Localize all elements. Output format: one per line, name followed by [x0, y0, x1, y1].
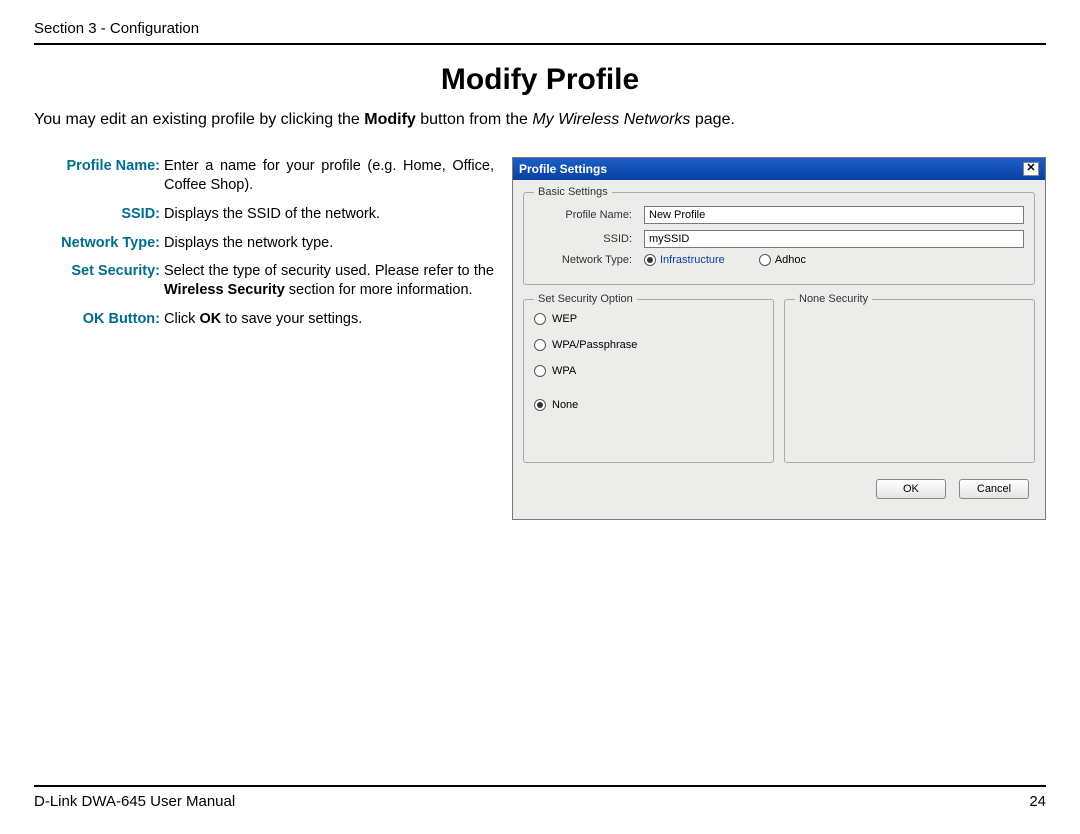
- def-desc-set-security: Select the type of security used. Please…: [164, 262, 494, 300]
- network-type-label: Network Type:: [534, 254, 644, 266]
- page-footer: D-Link DWA-645 User Manual 24: [34, 785, 1046, 810]
- radio-infrastructure[interactable]: [644, 254, 656, 266]
- radio-wep[interactable]: [534, 313, 546, 325]
- basic-settings-legend: Basic Settings: [534, 186, 612, 198]
- radio-none-label: None: [552, 399, 578, 411]
- page-title: Modify Profile: [34, 63, 1046, 97]
- def-desc-set-security-bold: Wireless Security: [164, 282, 285, 298]
- def-label-network-type: Network Type:: [34, 234, 164, 253]
- def-desc-set-security-post: section for more information.: [285, 282, 473, 298]
- set-security-legend: Set Security Option: [534, 293, 637, 305]
- def-desc-profile-name: Enter a name for your profile (e.g. Home…: [164, 157, 494, 195]
- profile-settings-dialog: Profile Settings ✕ Basic Settings Profil…: [512, 157, 1046, 520]
- basic-settings-group: Basic Settings Profile Name: SSID: Netwo…: [523, 186, 1035, 285]
- def-desc-ssid: Displays the SSID of the network.: [164, 205, 494, 224]
- radio-wpa-label: WPA: [552, 365, 576, 377]
- radio-wpa-passphrase-label: WPA/Passphrase: [552, 339, 637, 351]
- radio-wep-label: WEP: [552, 313, 577, 325]
- none-security-group: None Security: [784, 293, 1035, 463]
- radio-adhoc[interactable]: [759, 254, 771, 266]
- intro-paragraph: You may edit an existing profile by clic…: [34, 111, 1046, 129]
- profile-name-input[interactable]: [644, 206, 1024, 224]
- section-header: Section 3 - Configuration: [34, 20, 1046, 45]
- profile-name-label: Profile Name:: [534, 209, 644, 221]
- ssid-input[interactable]: [644, 230, 1024, 248]
- def-desc-ok-bold: OK: [199, 311, 221, 327]
- ssid-label: SSID:: [534, 233, 644, 245]
- radio-wpa-passphrase[interactable]: [534, 339, 546, 351]
- intro-mid: button from the: [416, 111, 533, 128]
- dialog-title-text: Profile Settings: [519, 162, 607, 176]
- intro-pre: You may edit an existing profile by clic…: [34, 111, 364, 128]
- set-security-group: Set Security Option WEP WPA/Passphrase W…: [523, 293, 774, 463]
- def-label-ok-button: OK Button:: [34, 310, 164, 329]
- def-desc-ok-post: to save your settings.: [221, 311, 362, 327]
- dialog-titlebar: Profile Settings ✕: [513, 158, 1045, 180]
- close-icon[interactable]: ✕: [1023, 162, 1039, 176]
- definition-list: Profile Name: Enter a name for your prof…: [34, 157, 494, 339]
- def-label-ssid: SSID:: [34, 205, 164, 224]
- cancel-button[interactable]: Cancel: [959, 479, 1029, 499]
- def-desc-set-security-pre: Select the type of security used. Please…: [164, 263, 494, 279]
- def-desc-ok-pre: Click: [164, 311, 199, 327]
- radio-none[interactable]: [534, 399, 546, 411]
- ok-button[interactable]: OK: [876, 479, 946, 499]
- def-desc-network-type: Displays the network type.: [164, 234, 494, 253]
- footer-manual: D-Link DWA-645 User Manual: [34, 793, 235, 810]
- intro-italic: My Wireless Networks: [532, 111, 690, 128]
- radio-wpa[interactable]: [534, 365, 546, 377]
- intro-bold: Modify: [364, 111, 416, 128]
- def-label-profile-name: Profile Name:: [34, 157, 164, 195]
- intro-post: page.: [690, 111, 734, 128]
- radio-adhoc-label: Adhoc: [775, 254, 806, 266]
- radio-infrastructure-label: Infrastructure: [660, 254, 725, 266]
- footer-page-number: 24: [1029, 793, 1046, 810]
- def-desc-ok-button: Click OK to save your settings.: [164, 310, 494, 329]
- none-security-legend: None Security: [795, 293, 872, 305]
- def-label-set-security: Set Security:: [34, 262, 164, 300]
